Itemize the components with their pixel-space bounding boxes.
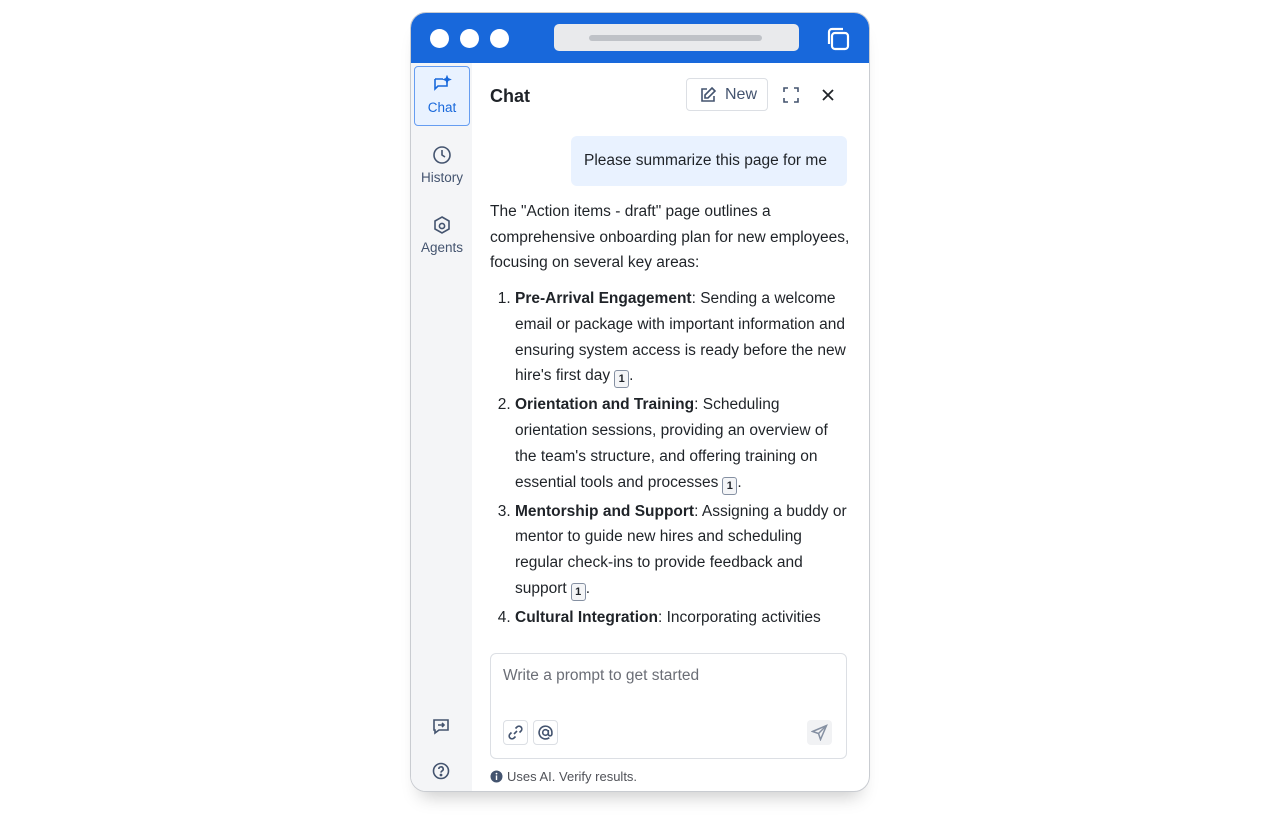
assistant-response: The "Action items - draft" page outlines… [490,199,850,631]
agent-hexagon-icon [434,216,450,234]
sidebar-item-label: Chat [427,100,457,115]
sparkle-chat-icon [434,75,452,91]
response-intro: The "Action items - draft" page outlines… [490,203,850,272]
browser-window: Chat History Agents Chat New Please summ… [410,12,870,792]
send-button[interactable] [807,720,832,745]
ai-disclaimer: Uses AI. Verify results. [490,769,637,784]
citation-badge[interactable]: 1 [722,476,738,495]
user-message: Please summarize this page for me [571,136,847,186]
sidebar-item-chat[interactable]: Chat [414,66,470,126]
sidebar: Chat History Agents [411,63,472,791]
sidebar-item-agents[interactable]: Agents [414,206,470,266]
sidebar-item-label: History [420,170,463,185]
edit-icon [701,86,717,102]
list-item: Orientation and Training: Scheduling ori… [515,392,850,495]
list-item-text: : Incorporating activities [657,609,821,627]
mention-button[interactable] [533,720,558,745]
page-title: Chat [490,86,530,106]
list-item-end: . [585,579,591,597]
help-icon[interactable] [432,762,450,780]
list-item-title: Mentorship and Support [515,502,695,520]
feedback-icon[interactable] [432,718,450,736]
close-icon[interactable] [821,88,835,102]
chat-panel: Chat New Please summarize this page for … [472,63,869,791]
sidebar-item-label: Agents [420,240,464,255]
response-list: Pre-Arrival Engagement: Sending a welcom… [490,286,850,631]
send-icon [811,724,828,741]
citation-badge[interactable]: 1 [570,582,586,601]
window-dot-2[interactable] [460,29,479,48]
sidebar-item-history[interactable]: History [414,136,470,196]
list-item-title: Cultural Integration [515,609,658,627]
link-icon [508,725,523,740]
expand-icon[interactable] [782,86,800,104]
prompt-input[interactable] [503,664,833,688]
prompt-composer [490,653,847,759]
list-item-title: Orientation and Training [515,396,695,414]
list-item-title: Pre-Arrival Engagement [515,290,692,308]
window-titlebar [411,13,869,63]
clock-icon [433,146,451,164]
attach-link-button[interactable] [503,720,528,745]
address-bar-placeholder [589,35,762,41]
address-bar[interactable] [554,24,799,51]
window-dot-3[interactable] [490,29,509,48]
new-chat-label: New [725,86,758,103]
list-item: Cultural Integration: Incorporating acti… [515,605,850,631]
disclaimer-text: Uses AI. Verify results. [507,769,638,784]
window-dot-1[interactable] [430,29,449,48]
citation-badge[interactable]: 1 [614,370,630,389]
list-item: Pre-Arrival Engagement: Sending a welcom… [515,286,850,389]
info-icon [490,770,503,783]
list-item: Mentorship and Support: Assigning a budd… [515,499,850,602]
list-item-end: . [737,473,742,491]
list-item-end: . [629,367,634,385]
new-chat-button[interactable]: New [686,78,768,111]
copy-icon[interactable] [824,25,852,53]
at-mention-icon [538,725,553,740]
